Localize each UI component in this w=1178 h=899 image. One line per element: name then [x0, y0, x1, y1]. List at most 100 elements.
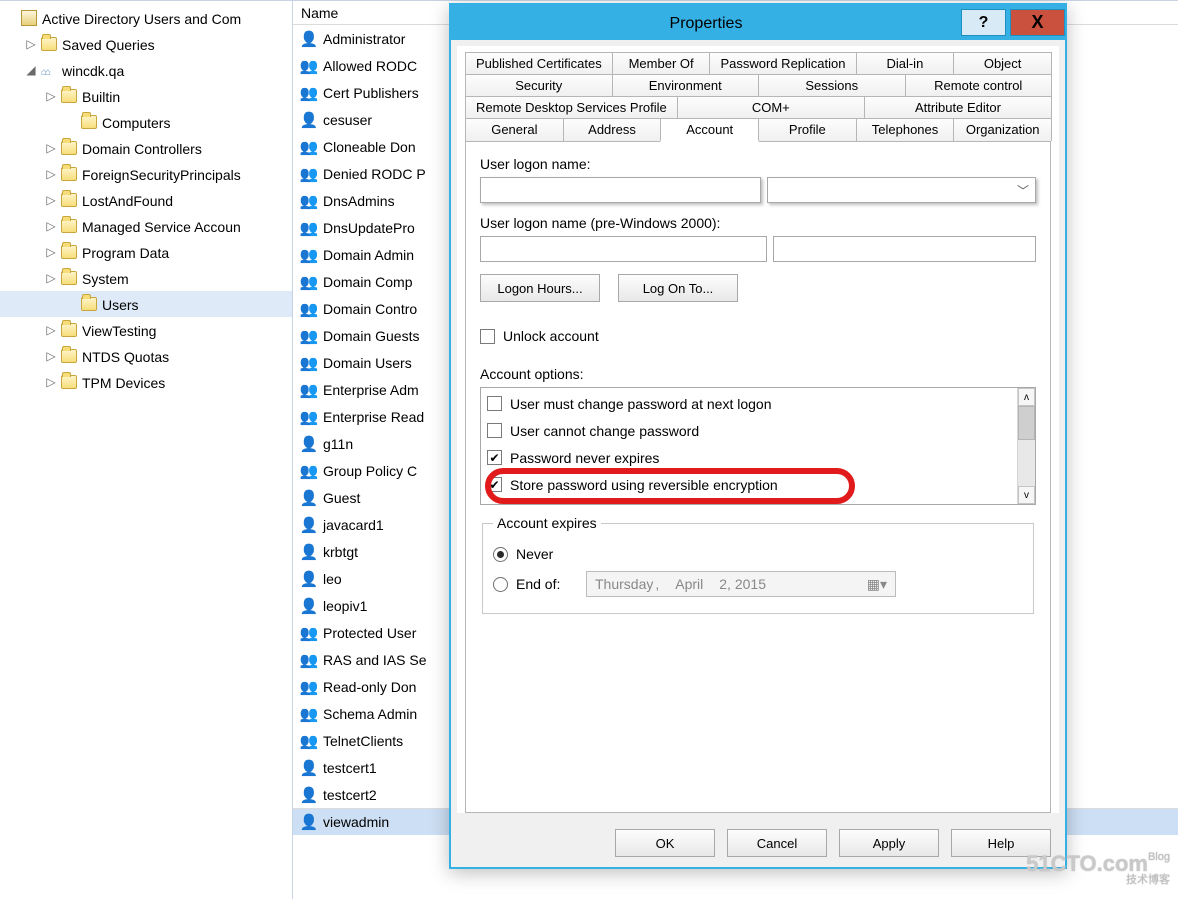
list-item-label: javacard1: [323, 517, 384, 533]
expander-icon[interactable]: ▷: [24, 37, 38, 51]
list-item-label: Group Policy C: [323, 463, 417, 479]
expander-icon[interactable]: ◢: [24, 63, 38, 77]
tab-remote-desktop-services-profile[interactable]: Remote Desktop Services Profile: [465, 96, 678, 118]
date-sep: ,: [655, 576, 659, 592]
expires-date-picker[interactable]: Thursday , April 2, 2015 ▦▾: [586, 571, 896, 597]
logon-pre2000-label: User logon name (pre-Windows 2000):: [480, 215, 1036, 231]
expander-icon[interactable]: ▷: [44, 271, 58, 285]
tab-address[interactable]: Address: [563, 118, 662, 141]
list-item-label: DnsUpdatePro: [323, 220, 415, 236]
group-icon: 👥: [299, 731, 319, 751]
log-on-to-button[interactable]: Log On To...: [618, 274, 738, 302]
tab-general[interactable]: General: [465, 118, 564, 141]
tab-profile[interactable]: Profile: [758, 118, 857, 141]
group-icon: 👥: [299, 353, 319, 373]
ad-root-icon: [20, 9, 38, 27]
unlock-account-label: Unlock account: [503, 328, 599, 344]
tree-item-label: Builtin: [82, 88, 120, 105]
expander-icon[interactable]: ▷: [44, 349, 58, 363]
expander-icon[interactable]: ▷: [44, 167, 58, 181]
group-icon: 👥: [299, 326, 319, 346]
option-checkbox[interactable]: ✔: [487, 450, 502, 465]
user-icon: 👤: [299, 542, 319, 562]
tree-item[interactable]: ▷ System: [0, 265, 292, 291]
tab-security[interactable]: Security: [465, 74, 613, 96]
ok-button[interactable]: OK: [615, 829, 715, 857]
tab-password-replication[interactable]: Password Replication: [709, 52, 856, 74]
expires-endof-radio[interactable]: [493, 577, 508, 592]
tab-member-of[interactable]: Member Of: [612, 52, 711, 74]
option-checkbox[interactable]: [487, 396, 502, 411]
tree-root[interactable]: Active Directory Users and Com: [0, 5, 292, 31]
close-button[interactable]: X: [1010, 9, 1065, 36]
tree-item[interactable]: ▷Program Data: [0, 239, 292, 265]
list-item-label: Allowed RODC: [323, 58, 417, 74]
user-icon: 👤: [299, 569, 319, 589]
tab-environment[interactable]: Environment: [612, 74, 760, 96]
list-item-label: Domain Admin: [323, 247, 414, 263]
tab-com-[interactable]: COM+: [677, 96, 865, 118]
list-item-label: leo: [323, 571, 342, 587]
expander-icon[interactable]: ▷: [44, 141, 58, 155]
logon-hours-button[interactable]: Logon Hours...: [480, 274, 600, 302]
tree-item[interactable]: ▷ Builtin: [0, 83, 292, 109]
properties-dialog: Properties ? X Published CertificatesMem…: [449, 3, 1067, 869]
tree-item[interactable]: ▷TPM Devices: [0, 369, 292, 395]
tree-item[interactable]: ▷ LostAndFound: [0, 187, 292, 213]
pre2000-user-input[interactable]: [773, 236, 1036, 262]
expander-icon[interactable]: ▷: [44, 219, 58, 233]
tree-item[interactable]: ▷ForeignSecurityPrincipals: [0, 161, 292, 187]
tab-attribute-editor[interactable]: Attribute Editor: [864, 96, 1052, 118]
user-icon: 👤: [299, 110, 319, 130]
dialog-buttons: OK Cancel Apply Help: [451, 819, 1065, 867]
tab-published-certificates[interactable]: Published Certificates: [465, 52, 613, 74]
expander-icon[interactable]: ▷: [44, 193, 58, 207]
tab-account[interactable]: Account: [660, 118, 759, 142]
tree-item[interactable]: ▷Domain Controllers: [0, 135, 292, 161]
tree-item[interactable]: Computers: [0, 109, 292, 135]
pre2000-domain-input[interactable]: [480, 236, 767, 262]
tab-organization[interactable]: Organization: [953, 118, 1052, 141]
user-icon: 👤: [299, 29, 319, 49]
cancel-button[interactable]: Cancel: [727, 829, 827, 857]
logon-domain-combo[interactable]: ﹀: [767, 177, 1036, 203]
user-icon: 👤: [299, 596, 319, 616]
help-button[interactable]: ?: [961, 9, 1006, 36]
tab-object[interactable]: Object: [953, 52, 1052, 74]
tab-sessions[interactable]: Sessions: [758, 74, 906, 96]
user-icon: 👤: [299, 434, 319, 454]
folder-icon: [60, 191, 78, 209]
tree-item[interactable]: ◢wincdk.qa: [0, 57, 292, 83]
list-item-label: Protected User: [323, 625, 416, 641]
tree-item[interactable]: ▷Saved Queries: [0, 31, 292, 57]
tree-item[interactable]: ▷Managed Service Accoun: [0, 213, 292, 239]
expander-icon[interactable]: ▷: [44, 89, 58, 103]
logon-name-input[interactable]: [480, 177, 761, 203]
tree-item-label: LostAndFound: [82, 192, 173, 209]
expires-never-radio[interactable]: [493, 547, 508, 562]
tab-dial-in[interactable]: Dial-in: [856, 52, 955, 74]
options-scrollbar[interactable]: ʌ v: [1017, 388, 1035, 504]
scroll-thumb[interactable]: [1018, 406, 1035, 440]
expander-icon[interactable]: ▷: [44, 323, 58, 337]
list-item-label: Cert Publishers: [323, 85, 419, 101]
option-checkbox[interactable]: ✔: [487, 477, 502, 492]
help-button[interactable]: Help: [951, 829, 1051, 857]
tree-item[interactable]: Users: [0, 291, 292, 317]
group-icon: 👥: [299, 704, 319, 724]
tab-telephones[interactable]: Telephones: [856, 118, 955, 141]
expander-icon[interactable]: ▷: [44, 375, 58, 389]
unlock-account-checkbox[interactable]: [480, 329, 495, 344]
option-checkbox[interactable]: [487, 423, 502, 438]
tree-item-label: NTDS Quotas: [82, 348, 169, 365]
scroll-down-icon[interactable]: v: [1018, 486, 1035, 504]
tree-item[interactable]: ▷ViewTesting: [0, 317, 292, 343]
group-icon: 👥: [299, 56, 319, 76]
tree-item[interactable]: ▷ NTDS Quotas: [0, 343, 292, 369]
tab-remote-control[interactable]: Remote control: [905, 74, 1053, 96]
scroll-up-icon[interactable]: ʌ: [1018, 388, 1035, 406]
apply-button[interactable]: Apply: [839, 829, 939, 857]
group-icon: 👥: [299, 137, 319, 157]
expander-icon[interactable]: ▷: [44, 245, 58, 259]
tree-item-label: System: [82, 270, 129, 287]
